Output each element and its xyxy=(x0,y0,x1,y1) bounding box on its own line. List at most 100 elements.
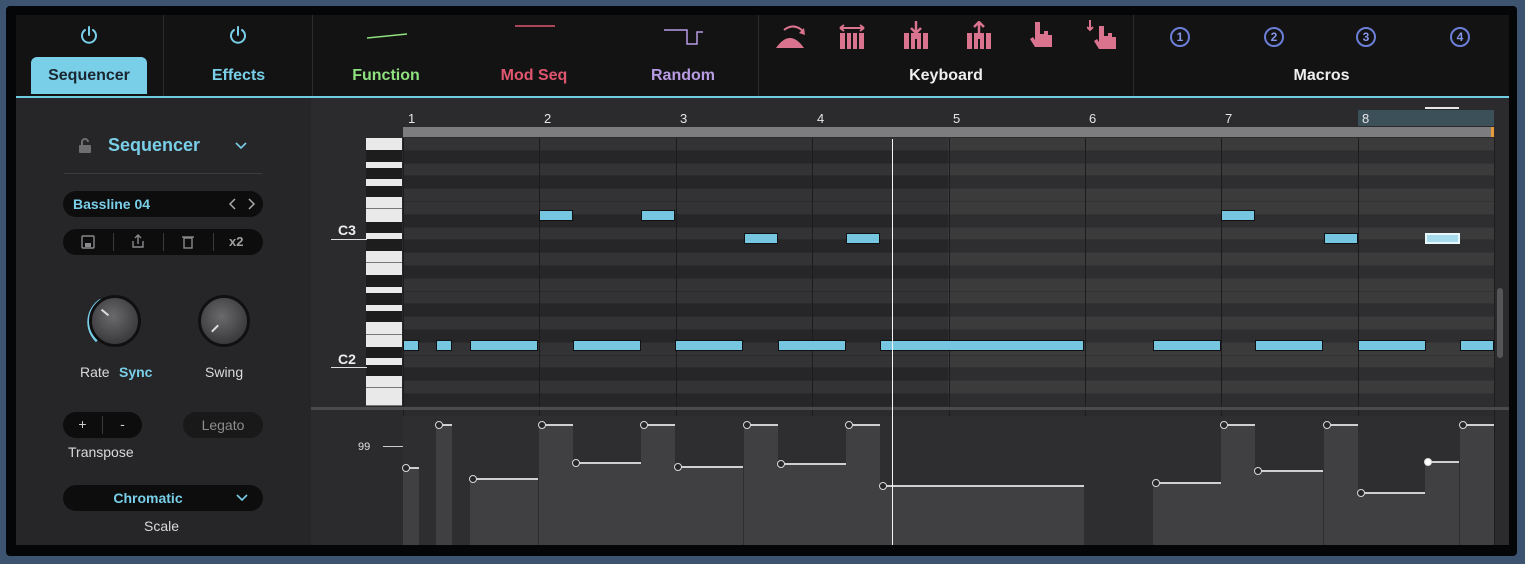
velocity-level xyxy=(543,424,573,426)
velocity-bar xyxy=(1153,482,1221,545)
velocity-bar xyxy=(1324,424,1358,545)
tab-effects[interactable]: Effects xyxy=(164,57,313,94)
double-button[interactable]: x2 xyxy=(229,234,243,249)
save-icon[interactable] xyxy=(81,235,95,249)
velocity-handle xyxy=(1459,420,1467,429)
velocity-bar xyxy=(539,424,573,545)
transpose-label: Transpose xyxy=(68,444,134,460)
piano-black-key xyxy=(366,168,402,180)
velocity-level xyxy=(1328,424,1358,426)
tab-function[interactable]: Function xyxy=(336,67,436,85)
keyboard-spread-icon[interactable] xyxy=(838,23,866,51)
velocity-value: 99 xyxy=(358,441,371,453)
piano-black-key xyxy=(366,310,402,323)
random-step-icon xyxy=(664,29,703,45)
velocity-handle xyxy=(674,462,682,471)
piano-black-key xyxy=(366,364,402,376)
velocity-level xyxy=(1259,470,1323,472)
bar-number: 6 xyxy=(1089,111,1097,126)
velocity-level xyxy=(782,463,846,465)
velocity-level xyxy=(1429,461,1459,463)
velocity-handle xyxy=(640,420,648,429)
note xyxy=(436,340,452,351)
modseq-line-icon xyxy=(515,25,555,27)
lane-divider[interactable] xyxy=(311,407,1509,410)
note xyxy=(641,210,675,221)
velocity-bar xyxy=(1460,424,1494,545)
chevron-right-icon[interactable] xyxy=(248,198,256,210)
scale-label: Scale xyxy=(144,518,180,534)
velocity-handle xyxy=(1424,457,1432,466)
rate-knob[interactable] xyxy=(89,295,141,347)
bar-ruler[interactable] xyxy=(403,110,1494,126)
bar-number: 7 xyxy=(1225,111,1233,126)
bar-number: 4 xyxy=(817,111,825,126)
swing-knob[interactable] xyxy=(198,295,250,347)
rate-sync-toggle[interactable]: Sync xyxy=(119,364,152,380)
octave-label-c3: C3 xyxy=(338,222,356,238)
macro-3-icon[interactable]: 3 xyxy=(1356,27,1376,47)
velocity-level xyxy=(748,424,778,426)
piano-white-key xyxy=(366,388,402,406)
keyboard-up-icon[interactable] xyxy=(965,21,993,51)
tab-sequencer[interactable]: Sequencer xyxy=(31,57,147,94)
export-icon[interactable] xyxy=(131,234,145,249)
transpose-buttons: + - xyxy=(63,412,142,438)
velocity-handle xyxy=(402,463,410,472)
hand-multi-tap-icon[interactable] xyxy=(1087,20,1117,50)
chevron-left-icon[interactable] xyxy=(228,198,236,210)
note xyxy=(880,340,1084,351)
divider xyxy=(64,173,262,174)
velocity-level xyxy=(1362,492,1426,494)
scale-value: Chromatic xyxy=(113,490,183,506)
hand-tap-icon[interactable] xyxy=(1027,20,1055,50)
tab-random[interactable]: Random xyxy=(633,67,733,85)
velocity-level xyxy=(577,462,641,464)
preset-selector[interactable]: Bassline 04 xyxy=(63,191,263,217)
legato-button[interactable]: Legato xyxy=(183,412,263,438)
note xyxy=(675,340,743,351)
macro-4-icon[interactable]: 4 xyxy=(1450,27,1470,47)
timeline-track[interactable] xyxy=(403,127,1494,137)
note xyxy=(846,233,880,244)
transpose-down-button[interactable]: - xyxy=(103,416,142,432)
preset-name: Bassline 04 xyxy=(73,196,151,212)
piano-black-key xyxy=(366,275,402,287)
loop-end-marker[interactable] xyxy=(1491,127,1494,137)
preset-actions: x2 xyxy=(63,229,263,255)
tab-mod-seq[interactable]: Mod Seq xyxy=(484,67,584,85)
selected-note xyxy=(1425,233,1460,244)
macro-1-icon[interactable]: 1 xyxy=(1170,27,1190,47)
mode-title[interactable]: Sequencer xyxy=(108,135,200,156)
scale-dropdown[interactable]: Chromatic xyxy=(63,485,263,511)
tab-macros[interactable]: Macros xyxy=(1134,67,1509,85)
velocity-handle xyxy=(743,420,751,429)
piano-black-key xyxy=(366,185,402,198)
velocity-bar xyxy=(880,485,1084,545)
power-icon[interactable] xyxy=(228,25,248,45)
bar-number: 2 xyxy=(544,111,552,126)
velocity-bar xyxy=(403,467,419,545)
velocity-handle xyxy=(879,481,887,490)
vertical-scrollbar[interactable] xyxy=(1497,288,1503,358)
piano-roll[interactable]: 1 2 3 4 5 6 7 8 C3 C2 99 xyxy=(311,98,1509,545)
note xyxy=(778,340,846,351)
power-icon[interactable] xyxy=(79,25,99,45)
playhead[interactable] xyxy=(892,139,893,545)
left-panel: Sequencer Bassline 04 x2 Rate Sync Swing… xyxy=(16,98,311,545)
tab-keyboard[interactable]: Keyboard xyxy=(759,67,1133,85)
velocity-handle xyxy=(1357,488,1365,497)
trash-icon[interactable] xyxy=(181,234,195,249)
keyboard-down-icon[interactable] xyxy=(902,21,930,51)
velocity-level xyxy=(679,466,743,468)
chevron-down-icon[interactable] xyxy=(235,142,247,150)
loop-marker[interactable] xyxy=(1425,107,1459,109)
macro-2-icon[interactable]: 2 xyxy=(1264,27,1284,47)
keyboard-arc-icon[interactable] xyxy=(774,24,806,50)
lock-icon[interactable] xyxy=(78,138,92,154)
function-curve-icon xyxy=(366,33,408,39)
note xyxy=(1358,340,1426,351)
transpose-up-button[interactable]: + xyxy=(63,416,102,432)
velocity-handle xyxy=(1220,420,1228,429)
note xyxy=(1324,233,1358,244)
